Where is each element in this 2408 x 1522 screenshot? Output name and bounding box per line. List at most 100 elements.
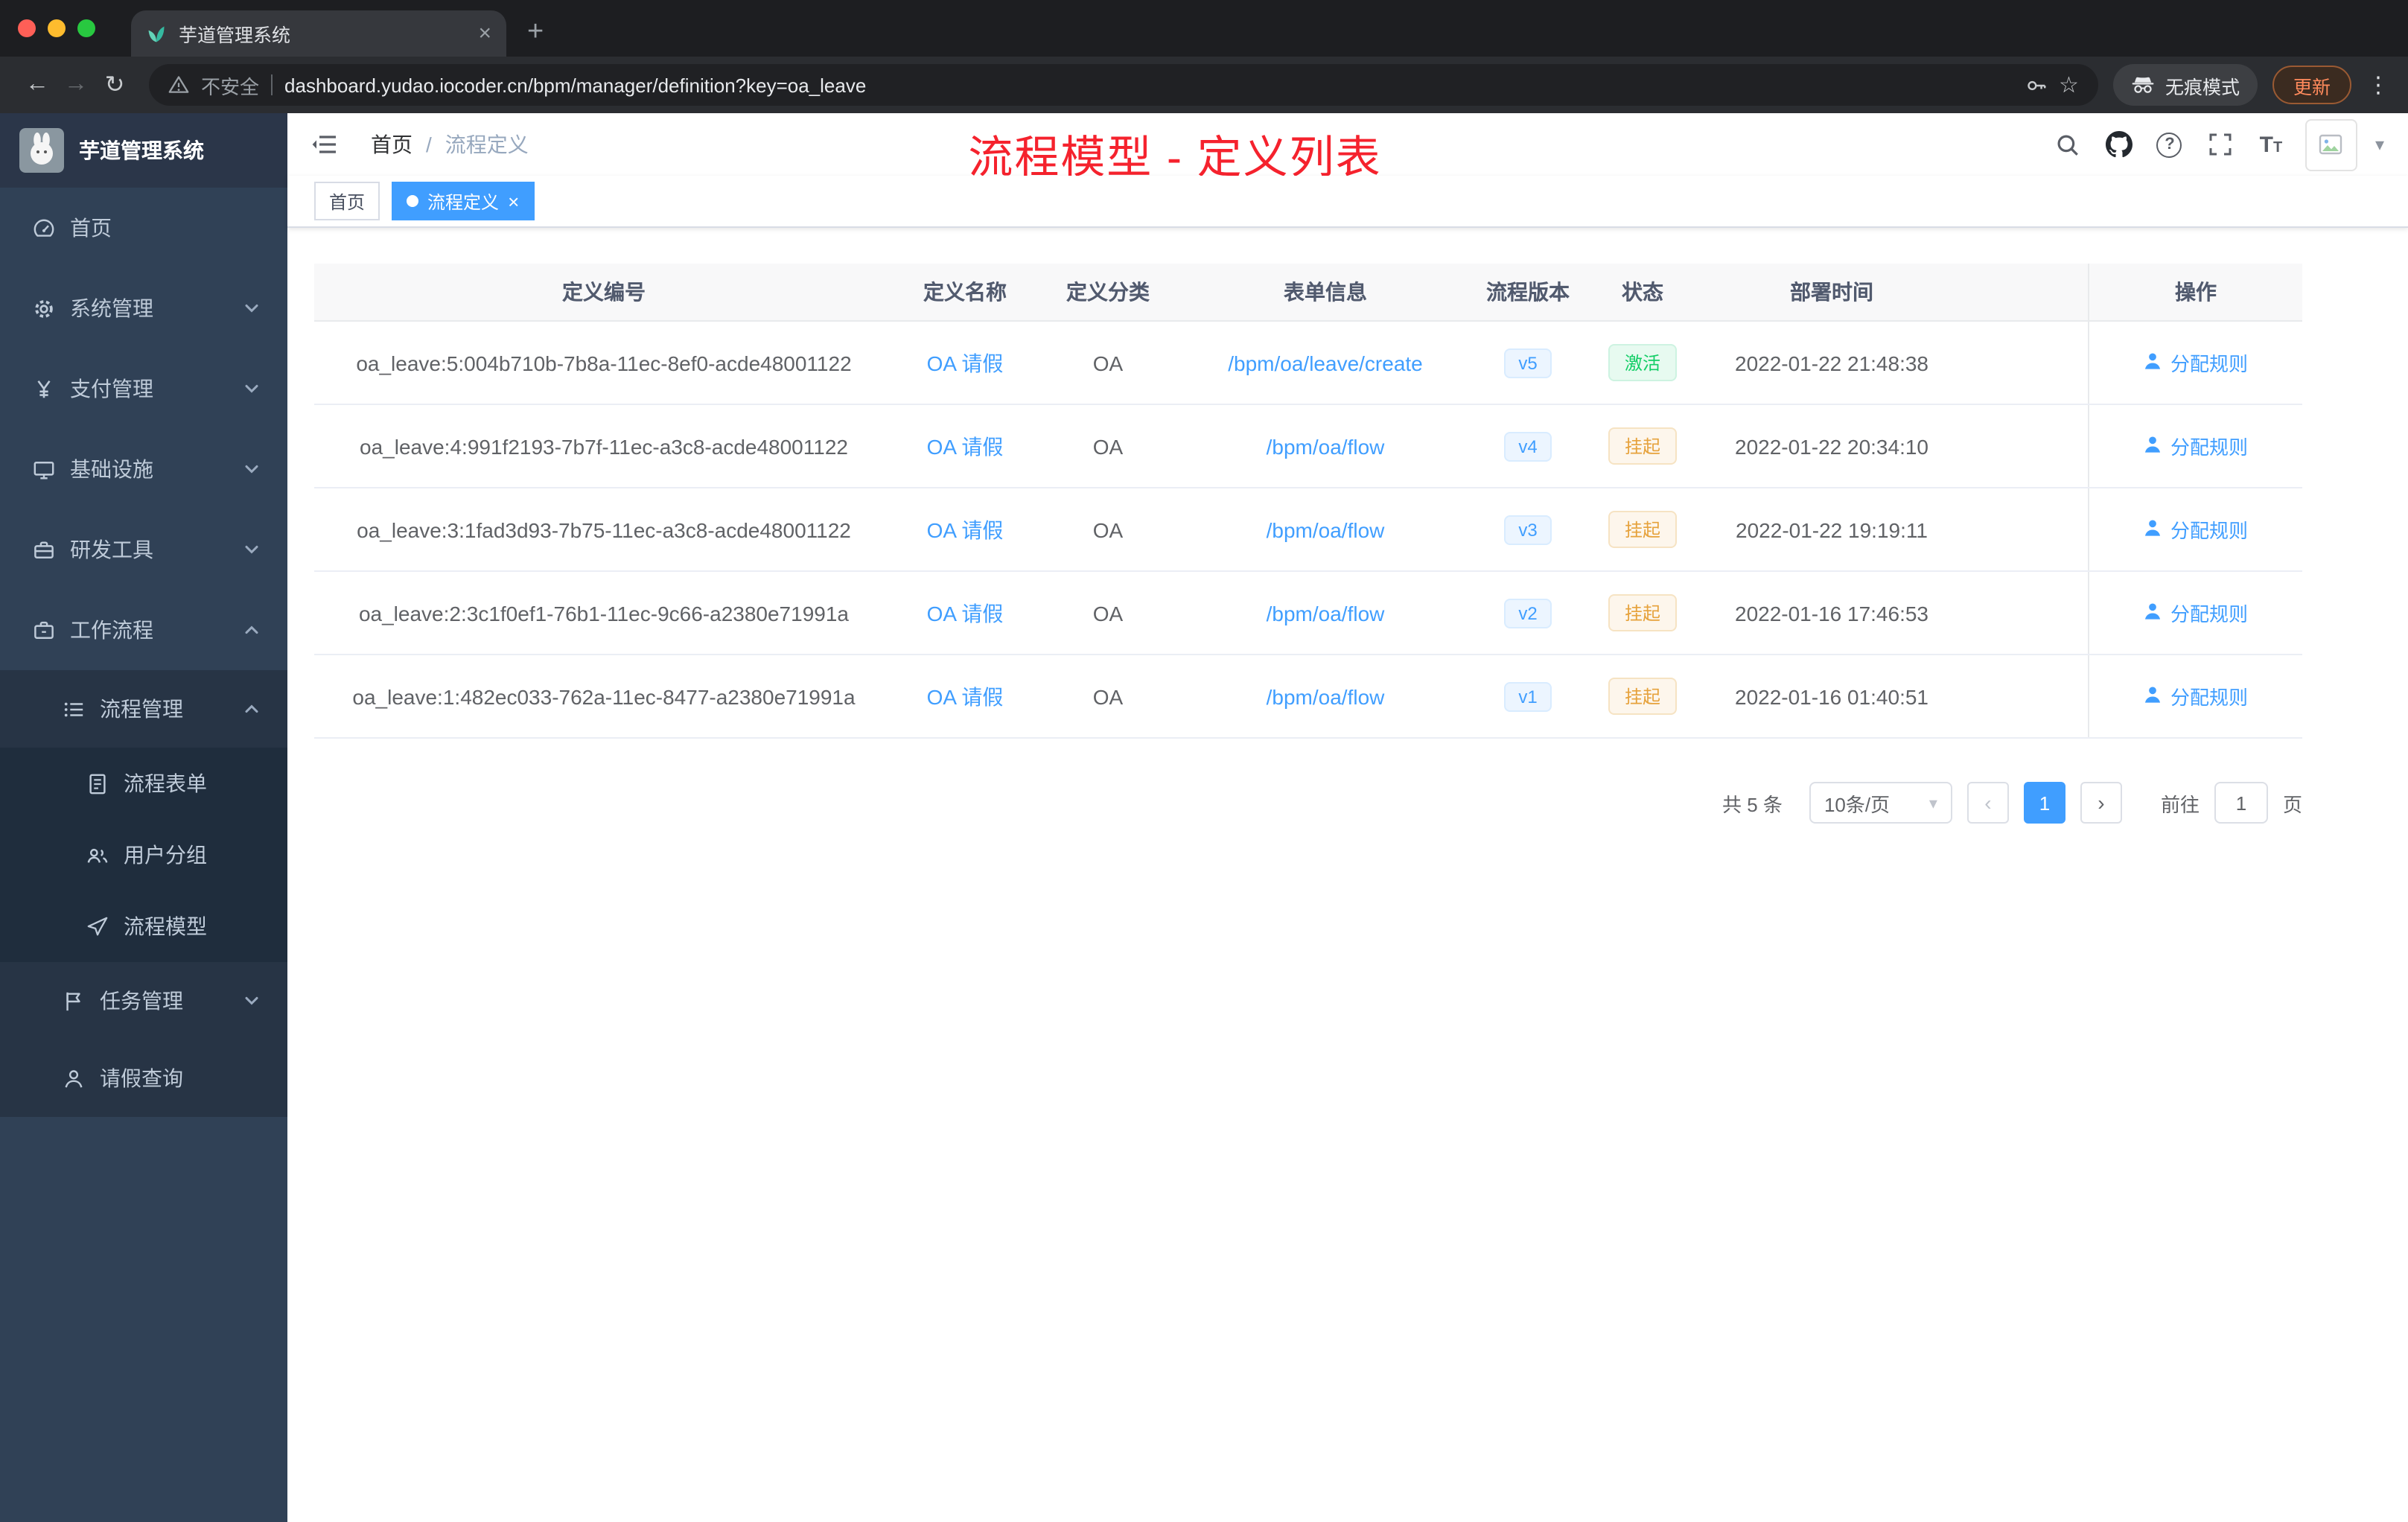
form-link[interactable]: /bpm/oa/flow [1267,684,1385,708]
assign-rule-link[interactable]: 分配规则 [2144,348,2248,377]
prev-page-button[interactable]: ‹ [1966,782,2009,824]
definition-name-link[interactable]: OA 请假 [927,515,1004,544]
cell-definition-id: oa_leave:3:1fad3d93-7b75-11ec-a3c8-acde4… [357,518,851,541]
cell-form-info: /bpm/oa/flow [1179,488,1471,570]
assign-rule-label: 分配规则 [2170,353,2248,375]
logo-avatar [19,128,64,173]
browser-menu-icon[interactable]: ⋮ [2366,71,2390,98]
assign-rule-link[interactable]: 分配规则 [2144,515,2248,544]
browser-toolbar: ← → ↻ 不安全 dashboard.yudao.iocoder.cn/bpm… [0,57,2408,113]
back-button[interactable]: ← [18,66,57,104]
page-content: 定义编号 定义名称 定义分类 表单信息 流程版本 状态 部署时间 操作 oa_leave:5:… [287,228,2408,1522]
cell-version: v5 [1471,322,1584,404]
sidebar-item-label: 用户分组 [124,843,207,867]
column-header: 状态 [1622,280,1663,304]
cell-status: 激活 [1584,322,1701,404]
table-header-row: 定义编号 定义名称 定义分类 表单信息 流程版本 状态 部署时间 操作 [314,264,2302,322]
chevron-down-icon [240,541,264,558]
monitor-icon [31,458,55,480]
definition-name-link[interactable]: OA 请假 [927,348,1004,378]
goto-page-input[interactable]: 1 [2214,782,2268,824]
sidebar-item-infrastructure[interactable]: 基础设施 [0,429,287,509]
cell-version: v4 [1471,405,1584,487]
sidebar-item-leave-query[interactable]: 请假查询 [0,1039,287,1117]
breadcrumb-home[interactable]: 首页 [371,130,413,159]
new-tab-button[interactable]: + [527,18,544,46]
sidebar-item-label: 流程模型 [124,914,207,938]
sidebar-item-label: 支付管理 [70,377,153,401]
zoom-window-button[interactable] [77,19,95,37]
plane-icon [85,915,109,937]
tag-active[interactable]: 流程定义 × [392,182,535,220]
search-icon[interactable] [2052,128,2085,161]
dashboard-icon [31,217,55,239]
definition-name-link[interactable]: OA 请假 [927,598,1004,628]
security-label[interactable]: 不安全 [201,71,259,99]
form-link[interactable]: /bpm/oa/flow [1267,601,1385,625]
avatar-dropdown-icon[interactable]: ▾ [2375,134,2384,155]
assign-rule-link[interactable]: 分配规则 [2144,432,2248,460]
page-number-button[interactable]: 1 [2023,782,2065,824]
form-link[interactable]: /bpm/oa/flow [1267,434,1385,458]
bookmark-star-icon[interactable]: ☆ [2059,71,2079,98]
table-row: oa_leave:3:1fad3d93-7b75-11ec-a3c8-acde4… [314,488,2302,572]
user-solid-icon [2144,684,2163,708]
sidebar-item-label: 流程管理 [100,697,183,721]
chevron-down-icon [240,700,264,718]
column-header: 定义分类 [1066,280,1150,304]
sidebar-item-workflow[interactable]: 工作流程 [0,590,287,670]
definition-name-link[interactable]: OA 请假 [927,431,1004,461]
tab-title: 芋道管理系统 [179,25,291,46]
cell-spacer [1963,488,2088,570]
app-root: 芋道管理系统 首页 系统管理 支付管理 基础设施 研发工具 工作流程 流程管理 流程表单 用户分… [0,113,2408,1522]
users-icon [85,844,109,866]
reload-button[interactable]: ↻ [95,66,134,104]
form-link[interactable]: /bpm/oa/flow [1267,518,1385,541]
forward-button[interactable]: → [57,66,95,104]
update-chrome-button[interactable]: 更新 [2272,66,2351,104]
sidebar-item-home[interactable]: 首页 [0,188,287,268]
github-icon[interactable] [2103,128,2135,161]
next-page-button[interactable]: › [2080,782,2122,824]
sidebar-item-process-mgmt[interactable]: 流程管理 [0,670,287,748]
sidebar-item-system-mgmt[interactable]: 系统管理 [0,268,287,348]
font-size-icon[interactable]: TT [2255,128,2287,161]
sidebar-menu: 首页 系统管理支付管理基础设施 研发工具 工作流程流程管理流程表单用户分组流程模型任务… [0,188,287,1117]
browser-tab[interactable]: 芋道管理系统 × [131,10,506,57]
cell-spacer [1963,322,2088,404]
minimize-window-button[interactable] [48,19,66,37]
assign-rule-link[interactable]: 分配规则 [2144,682,2248,710]
version-badge: v4 [1503,431,1552,461]
cell-category: OA [1092,518,1124,541]
cell-status: 挂起 [1584,655,1701,737]
cell-definition-id: oa_leave:2:3c1f0ef1-76b1-11ec-9c66-a2380… [358,601,849,625]
pagination-total: 共 5 条 [1722,793,1783,815]
url-text[interactable]: dashboard.yudao.iocoder.cn/bpm/manager/d… [284,74,2013,96]
tag-close-icon[interactable]: × [508,191,519,211]
sidebar-item-payment-mgmt[interactable]: 支付管理 [0,348,287,429]
tab-close-icon[interactable]: × [478,22,491,45]
fullscreen-icon[interactable] [2204,128,2237,161]
assign-rule-link[interactable]: 分配规则 [2144,599,2248,627]
page-size-select[interactable]: 10条/页 ▾ [1809,782,1952,824]
sidebar-item-user-group[interactable]: 用户分组 [0,819,287,891]
hamburger-icon[interactable] [311,133,338,156]
sidebar-item-process-form[interactable]: 流程表单 [0,748,287,819]
avatar[interactable] [2305,118,2357,171]
sidebar-item-process-model[interactable]: 流程模型 [0,891,287,962]
help-icon[interactable]: ? [2153,128,2186,161]
tag-item[interactable]: 首页 [314,182,380,220]
sidebar-item-task-mgmt[interactable]: 任务管理 [0,962,287,1039]
sidebar-item-label: 任务管理 [100,989,183,1013]
form-link[interactable]: /bpm/oa/leave/create [1228,351,1423,375]
password-key-icon[interactable] [2025,74,2047,96]
incognito-icon [2131,74,2155,95]
app-logo[interactable]: 芋道管理系统 [0,113,287,188]
version-badge: v2 [1503,598,1552,628]
sidebar-item-dev-tools[interactable]: 研发工具 [0,509,287,590]
close-window-button[interactable] [18,19,36,37]
assign-rule-label: 分配规则 [2170,520,2248,542]
definition-name-link[interactable]: OA 请假 [927,681,1004,711]
address-bar[interactable]: 不安全 dashboard.yudao.iocoder.cn/bpm/manag… [149,64,2098,106]
security-warning-icon[interactable] [168,74,189,95]
